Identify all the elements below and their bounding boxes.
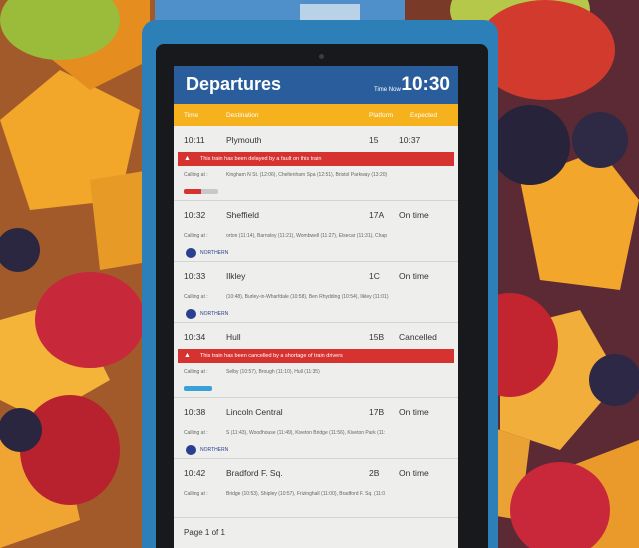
camera-icon (319, 54, 324, 59)
departure-platform: 15B (369, 332, 385, 342)
departure-board: Departures Time Now 10:30 Time Destinati… (174, 66, 458, 548)
northern-blue-logo-icon (184, 386, 212, 391)
calling-stations: Kingham N St. (12:06), Cheltenham Spa (1… (226, 172, 388, 178)
operator-row: NORTHERN (174, 442, 458, 459)
cancel-alert: ▲ This train has been cancelled by a sho… (178, 349, 454, 363)
departure-item: 10:33 Ilkley 1C On time Calling at : (10… (174, 262, 458, 323)
calling-points: Calling at : Bridge (10:53), Shipley (10… (174, 485, 458, 503)
calling-stations: orton (11:14), Barnsley (11:21), Wombwel… (226, 233, 387, 239)
operator-row (174, 184, 458, 201)
board-title: Departures (186, 74, 282, 94)
calling-points: Calling at : orton (11:14), Barnsley (11… (174, 227, 458, 245)
time-now-value: 10:30 (401, 74, 450, 95)
departure-expected: On time (399, 210, 429, 220)
calling-label: Calling at : (184, 491, 208, 497)
departure-platform: 15 (369, 135, 379, 145)
table-row: 10:34 Hull 15B Cancelled (174, 323, 458, 349)
northern-logo-icon (186, 445, 196, 455)
departure-expected: On time (399, 271, 429, 281)
departure-item: 10:34 Hull 15B Cancelled ▲ This train ha… (174, 323, 458, 398)
departure-time: 10:11 (184, 135, 205, 145)
calling-label: Calling at : (184, 172, 208, 178)
table-row: 10:11 Plymouth 15 10:37 (174, 126, 458, 152)
departure-expected: 10:37 (399, 135, 421, 145)
board-footer: Page 1 of 1 (174, 517, 458, 548)
time-now-label: Time Now (374, 87, 401, 93)
operator-row: NORTHERN (174, 245, 458, 262)
column-expected: Expected (410, 112, 438, 119)
departure-item: 10:32 Sheffield 17A On time Calling at :… (174, 201, 458, 262)
departure-destination: Plymouth (226, 135, 262, 145)
departure-platform: 17A (369, 210, 385, 220)
table-row: 10:42 Bradford F. Sq. 2B On time (174, 459, 458, 485)
departure-destination: Ilkley (226, 271, 246, 281)
departure-platform: 17B (369, 407, 385, 417)
calling-stations: Selby (10:57), Brough (11:10), Hull (11:… (226, 369, 320, 375)
departure-platform: 1C (369, 271, 380, 281)
calling-label: Calling at : (184, 369, 208, 375)
departure-time: 10:34 (184, 332, 206, 342)
operator-name: NORTHERN (200, 311, 229, 317)
northern-logo-icon (186, 248, 196, 258)
calling-label: Calling at : (184, 294, 208, 300)
departure-time: 10:32 (184, 210, 206, 220)
operator-row (174, 381, 458, 398)
delay-alert: ▲ This train has been delayed by a fault… (178, 152, 454, 166)
departure-item: 10:11 Plymouth 15 10:37 ▲ This train has… (174, 126, 458, 201)
departure-expected: On time (399, 407, 429, 417)
calling-points: Calling at : S (11:43), Woodhouse (11:49… (174, 424, 458, 442)
departure-expected: On time (399, 468, 429, 478)
departure-destination: Hull (226, 332, 241, 342)
calling-label: Calling at : (184, 430, 208, 436)
alert-message: This train has been cancelled by a short… (200, 353, 343, 359)
column-time: Time (184, 112, 199, 119)
departure-platform: 2B (369, 468, 380, 478)
departure-item: 10:42 Bradford F. Sq. 2B On time Calling… (174, 459, 458, 503)
operator-name: NORTHERN (200, 250, 229, 256)
calling-stations: (10:48), Burley-in-Wharfdale (10:58), Be… (226, 294, 389, 300)
calling-label: Calling at : (184, 233, 208, 239)
operator-row: NORTHERN (174, 306, 458, 323)
calling-stations: S (11:43), Woodhouse (11:49), Kiveton Br… (226, 430, 386, 436)
page-indicator: Page 1 of 1 (184, 528, 225, 537)
calling-stations: Bridge (10:53), Shipley (10:57), Frizing… (226, 491, 386, 497)
table-row: 10:38 Lincoln Central 17B On time (174, 398, 458, 424)
table-row: 10:32 Sheffield 17A On time (174, 201, 458, 227)
departure-destination: Lincoln Central (226, 407, 283, 417)
warning-icon: ▲ (184, 155, 191, 162)
board-header: Departures Time Now 10:30 (174, 66, 458, 104)
column-destination: Destination (226, 112, 259, 119)
departure-time: 10:33 (184, 271, 206, 281)
departure-item: 10:38 Lincoln Central 17B On time Callin… (174, 398, 458, 459)
departure-destination: Bradford F. Sq. (226, 468, 283, 478)
calling-points: Calling at : Selby (10:57), Brough (11:1… (174, 363, 458, 381)
northern-logo-icon (186, 309, 196, 319)
warning-icon: ▲ (184, 352, 191, 359)
alert-message: This train has been delayed by a fault o… (200, 156, 322, 162)
departure-expected: Cancelled (399, 332, 437, 342)
calling-points: Calling at : (10:48), Burley-in-Wharfdal… (174, 288, 458, 306)
calling-points: Calling at : Kingham N St. (12:06), Chel… (174, 166, 458, 184)
crosscountry-logo-icon (184, 189, 218, 194)
departure-time: 10:42 (184, 468, 206, 478)
departure-destination: Sheffield (226, 210, 259, 220)
column-platform: Platform (369, 112, 394, 119)
column-header: Time Destination Platform Expected (174, 104, 458, 126)
table-row: 10:33 Ilkley 1C On time (174, 262, 458, 288)
departure-time: 10:38 (184, 407, 206, 417)
operator-name: NORTHERN (200, 447, 229, 453)
